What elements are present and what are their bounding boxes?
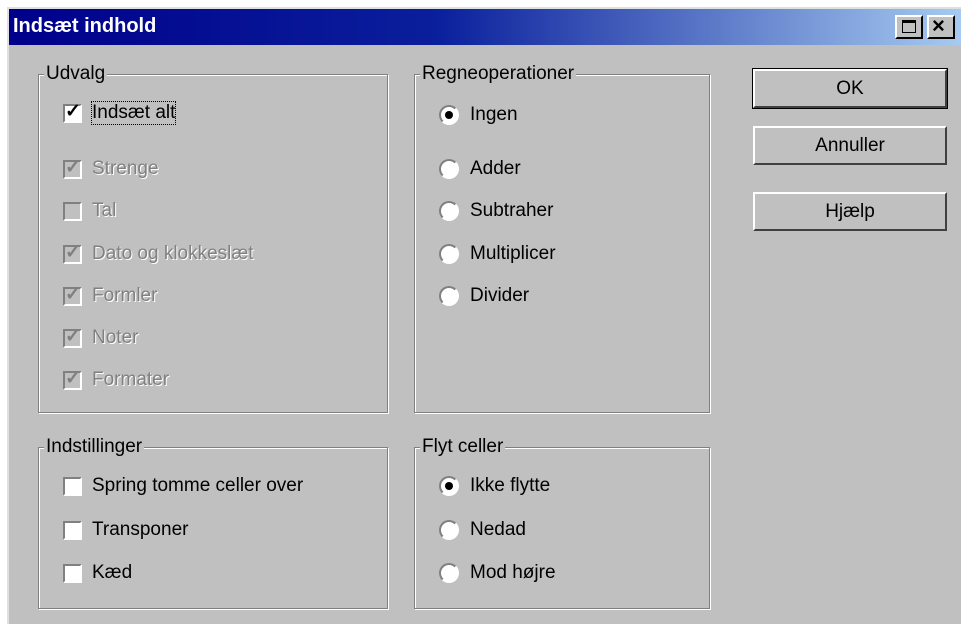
checkbox-skip-empty[interactable]: Spring tomme celler over [63,472,303,500]
checkbox-paste-all[interactable]: ✓ Indsæt alt [63,99,177,127]
checkbox-label: Formler [92,285,158,306]
checkmark-icon: ✓ [65,100,81,122]
radio-button[interactable] [439,286,459,306]
checkbox-strings: ✓ Strenge [63,155,159,183]
radio-none[interactable]: Ingen [439,101,518,129]
radio-label: Nedad [470,519,526,540]
checkmark-icon: ✓ [65,241,81,263]
paste-special-dialog: Indsæt indhold × Udvalg ✓ Indsæt alt ✓ S… [7,7,961,624]
operations-group-legend: Regneoperationer [420,62,577,86]
radio-divide[interactable]: Divider [439,282,529,310]
checkbox-link[interactable]: Kæd [63,559,132,587]
options-group-legend: Indstillinger [44,435,145,459]
radio-right[interactable]: Mod højre [439,559,556,587]
checkbox-label: Indsæt alt [90,101,177,125]
checkbox-formats: ✓ Formater [63,366,169,394]
checkbox-date-time: ✓ Dato og klokkeslæt [63,240,254,268]
radio-label: Ikke flytte [470,475,551,496]
shift-cells-group-legend: Flyt celler [420,435,506,459]
radio-add[interactable]: Adder [439,155,521,183]
checkbox-label: Noter [92,327,139,348]
radio-multiply[interactable]: Multiplicer [439,240,556,268]
radio-dot [445,111,453,119]
checkbox-box: ✓ [63,157,82,179]
checkbox-box[interactable] [63,520,82,540]
checkbox-label: Tal [92,200,117,221]
radio-label: Mod højre [470,562,556,583]
checkbox-box[interactable] [63,563,82,583]
checkbox-numbers: Tal [63,197,116,225]
checkbox-label: Strenge [92,158,159,179]
radio-button[interactable] [439,201,459,221]
radio-label: Ingen [470,104,518,125]
radio-button[interactable] [439,476,459,496]
close-icon: × [932,13,945,38]
ok-button[interactable]: OK [752,68,948,109]
maximize-icon [902,20,916,33]
checkmark-icon: ✓ [65,283,81,305]
window-title: Indsæt indhold [13,15,157,37]
checkbox-box[interactable] [63,476,82,496]
checkbox-box: ✓ [63,284,82,306]
checkbox-label: Formater [92,369,170,390]
radio-subtract[interactable]: Subtraher [439,197,553,225]
close-button[interactable]: × [927,15,955,39]
checkmark-icon: ✓ [65,156,81,178]
radio-label: Multiplicer [470,243,556,264]
radio-button[interactable] [439,244,459,264]
checkbox-box [63,201,82,221]
checkbox-box: ✓ [63,242,82,264]
radio-button[interactable] [439,105,459,125]
checkmark-icon: ✓ [65,367,81,389]
radio-button[interactable] [439,563,459,583]
checkbox-label: Dato og klokkeslæt [92,243,254,264]
radio-label: Adder [470,158,521,179]
checkbox-formulas: ✓ Formler [63,282,157,310]
radio-label: Divider [470,285,530,306]
help-button[interactable]: Hjælp [753,192,947,231]
checkbox-label: Transponer [92,519,189,540]
radio-down[interactable]: Nedad [439,516,526,544]
shift-cells-group: Flyt celler Ikke flytte Nedad Mod højre [414,435,710,609]
checkbox-box: ✓ [63,368,82,390]
selection-group-legend: Udvalg [44,62,108,86]
checkbox-label: Kæd [92,562,133,583]
checkbox-notes: ✓ Noter [63,324,138,352]
maximize-button[interactable] [895,15,923,39]
radio-dont-shift[interactable]: Ikke flytte [439,472,550,500]
checkbox-label: Spring tomme celler over [92,475,304,496]
cancel-button[interactable]: Annuller [753,126,947,165]
radio-dot [445,482,453,490]
checkbox-transpose[interactable]: Transponer [63,516,188,544]
operations-group: Regneoperationer Ingen Adder Subtraher M… [414,62,710,413]
radio-button[interactable] [439,520,459,540]
checkmark-icon: ✓ [65,325,81,347]
options-group: Indstillinger Spring tomme celler over T… [38,435,388,609]
radio-button[interactable] [439,159,459,179]
checkbox-box[interactable]: ✓ [63,101,82,123]
selection-group: Udvalg ✓ Indsæt alt ✓ Strenge Tal ✓ Dato… [38,62,388,413]
radio-label: Subtraher [470,200,554,221]
checkbox-box: ✓ [63,326,82,348]
title-bar[interactable]: Indsæt indhold × [9,9,961,45]
